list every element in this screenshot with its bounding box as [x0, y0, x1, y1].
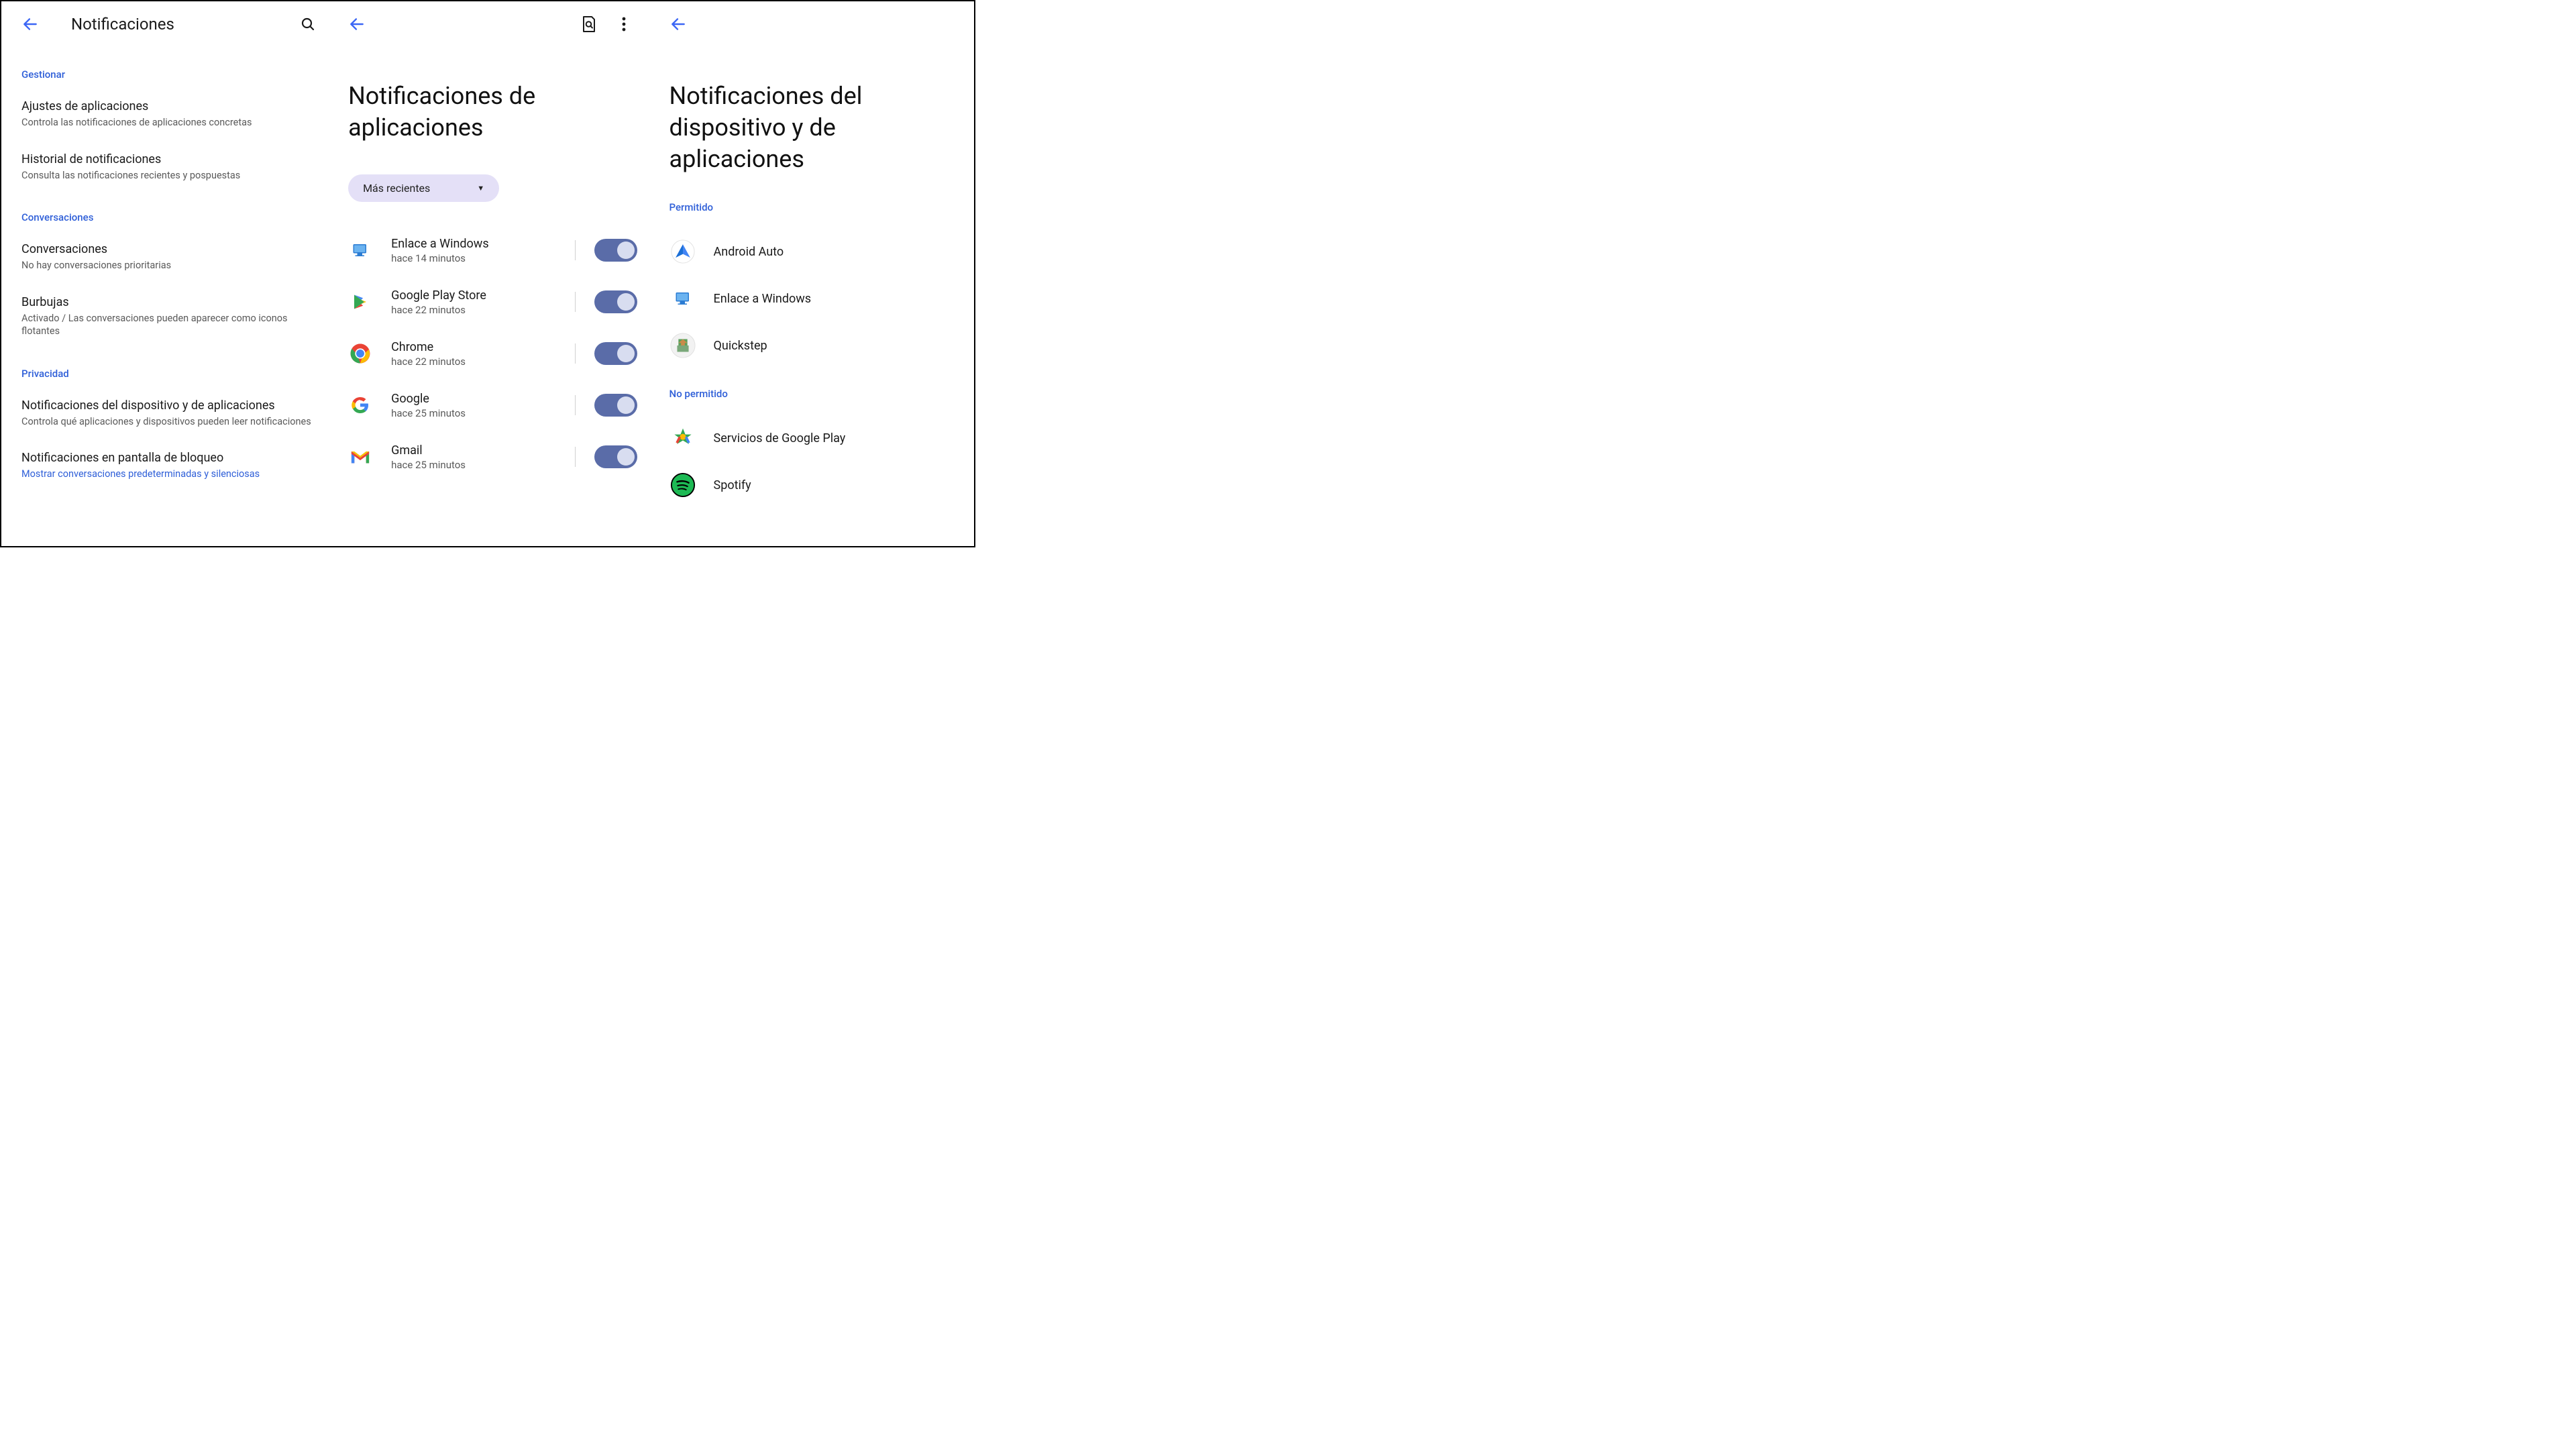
toggle-switch[interactable] [594, 342, 637, 365]
setting-subtitle: Activado / Las conversaciones pueden apa… [21, 312, 316, 338]
setting-subtitle: Controla las notificaciones de aplicacio… [21, 116, 316, 129]
setting-title: Notificaciones en pantalla de bloqueo [21, 451, 316, 465]
toggle-switch[interactable] [594, 239, 637, 262]
list-item-label: Servicios de Google Play [714, 431, 846, 445]
page-title: Notificaciones [71, 15, 286, 34]
app-row[interactable]: Googlehace 25 minutos [348, 380, 637, 431]
setting-lockscreen-notifications[interactable]: Notificaciones en pantalla de bloqueo Mo… [21, 451, 316, 481]
search-icon[interactable] [300, 16, 316, 32]
divider [575, 447, 576, 467]
setting-title: Notificaciones del dispositivo y de apli… [21, 398, 316, 413]
not-allowed-list: Servicios de Google Play Spotify [669, 415, 958, 508]
app-row[interactable]: Google Play Storehace 22 minutos [348, 276, 637, 328]
toggle-switch[interactable] [594, 290, 637, 313]
topbar [348, 9, 637, 39]
page-title: Notificaciones de aplicaciones [348, 80, 637, 144]
app-name: Google Play Store [391, 288, 555, 303]
app-text: Chrome hace 22 minutos [391, 340, 555, 368]
gmail-icon [348, 445, 372, 469]
divider [575, 292, 576, 312]
app-row[interactable]: Chrome hace 22 minutos [348, 328, 637, 380]
section-header-manage: Gestionar [21, 68, 316, 80]
app-row[interactable]: Enlace a Windowshace 14 minutos [348, 225, 637, 276]
list-item-label: Enlace a Windows [714, 292, 812, 306]
app-time: hace 25 minutos [391, 407, 555, 419]
page-title: Notificaciones del dispositivo y de apli… [669, 80, 958, 174]
app-time: hace 22 minutos [391, 356, 555, 368]
chrome-icon [348, 341, 372, 366]
list-item-label: Android Auto [714, 245, 784, 259]
back-arrow-icon[interactable] [348, 15, 366, 33]
setting-device-app-notifications[interactable]: Notificaciones del dispositivo y de apli… [21, 398, 316, 429]
setting-title: Burbujas [21, 295, 316, 309]
app-time: hace 25 minutos [391, 459, 555, 471]
setting-subtitle: Controla qué aplicaciones y dispositivos… [21, 415, 316, 429]
chevron-down-icon: ▼ [477, 184, 484, 193]
setting-subtitle: Mostrar conversaciones predeterminadas y… [21, 468, 316, 481]
app-notifications-panel: Notificaciones de aplicaciones Más recie… [332, 1, 653, 546]
section-header-privacy: Privacidad [21, 368, 316, 380]
back-arrow-icon[interactable] [21, 15, 39, 33]
windows-link-icon [348, 238, 372, 262]
find-in-page-icon[interactable] [581, 16, 597, 32]
list-item[interactable]: Servicios de Google Play [669, 415, 958, 462]
toggle-switch[interactable] [594, 394, 637, 417]
filter-label: Más recientes [363, 182, 430, 195]
setting-bubbles[interactable]: Burbujas Activado / Las conversaciones p… [21, 295, 316, 338]
spotify-icon [669, 472, 696, 498]
app-time: hace 14 minutos [391, 252, 555, 264]
divider [575, 395, 576, 415]
settings-notifications-panel: Notificaciones Gestionar Ajustes de apli… [1, 1, 332, 546]
play-services-icon [669, 425, 696, 451]
app-text: Google Play Storehace 22 minutos [391, 288, 555, 316]
device-app-notifications-panel: Notificaciones del dispositivo y de apli… [653, 1, 974, 546]
section-header-not-allowed: No permitido [669, 388, 958, 400]
list-item-label: Quickstep [714, 339, 767, 353]
list-item-label: Spotify [714, 478, 751, 492]
setting-conversations[interactable]: Conversaciones No hay conversaciones pri… [21, 242, 316, 272]
app-name: Gmail [391, 443, 555, 458]
more-vert-icon[interactable] [616, 16, 632, 32]
quickstep-icon [669, 332, 696, 359]
list-item[interactable]: Quickstep [669, 322, 958, 369]
setting-title: Historial de notificaciones [21, 152, 316, 166]
app-name: Google [391, 392, 555, 406]
app-name: Chrome [391, 340, 555, 354]
setting-title: Conversaciones [21, 242, 316, 256]
google-g-icon [348, 393, 372, 417]
section-header-conversations: Conversaciones [21, 211, 316, 223]
topbar: Notificaciones [21, 9, 316, 39]
app-row[interactable]: Gmailhace 25 minutos [348, 431, 637, 483]
divider [575, 240, 576, 260]
app-time: hace 22 minutos [391, 304, 555, 316]
windows-link-icon [669, 285, 696, 312]
setting-subtitle: No hay conversaciones prioritarias [21, 259, 316, 272]
setting-app-notifications[interactable]: Ajustes de aplicaciones Controla las not… [21, 99, 316, 129]
topbar [669, 9, 958, 39]
back-arrow-icon[interactable] [669, 15, 687, 33]
app-text: Enlace a Windowshace 14 minutos [391, 237, 555, 264]
android-auto-icon [669, 238, 696, 265]
divider [575, 343, 576, 364]
setting-subtitle: Consulta las notificaciones recientes y … [21, 169, 316, 182]
list-item[interactable]: Enlace a Windows [669, 275, 958, 322]
app-text: Googlehace 25 minutos [391, 392, 555, 419]
app-list: Enlace a Windowshace 14 minutos Google Pl… [348, 225, 637, 483]
section-header-allowed: Permitido [669, 201, 958, 213]
app-text: Gmailhace 25 minutos [391, 443, 555, 471]
allowed-list: Android Auto Enlace a Windows Quickstep [669, 228, 958, 369]
play-store-icon [348, 290, 372, 314]
setting-notification-history[interactable]: Historial de notificaciones Consulta las… [21, 152, 316, 182]
list-item[interactable]: Android Auto [669, 228, 958, 275]
app-name: Enlace a Windows [391, 237, 555, 251]
list-item[interactable]: Spotify [669, 462, 958, 508]
setting-title: Ajustes de aplicaciones [21, 99, 316, 113]
toggle-switch[interactable] [594, 445, 637, 468]
filter-dropdown[interactable]: Más recientes ▼ [348, 174, 499, 202]
